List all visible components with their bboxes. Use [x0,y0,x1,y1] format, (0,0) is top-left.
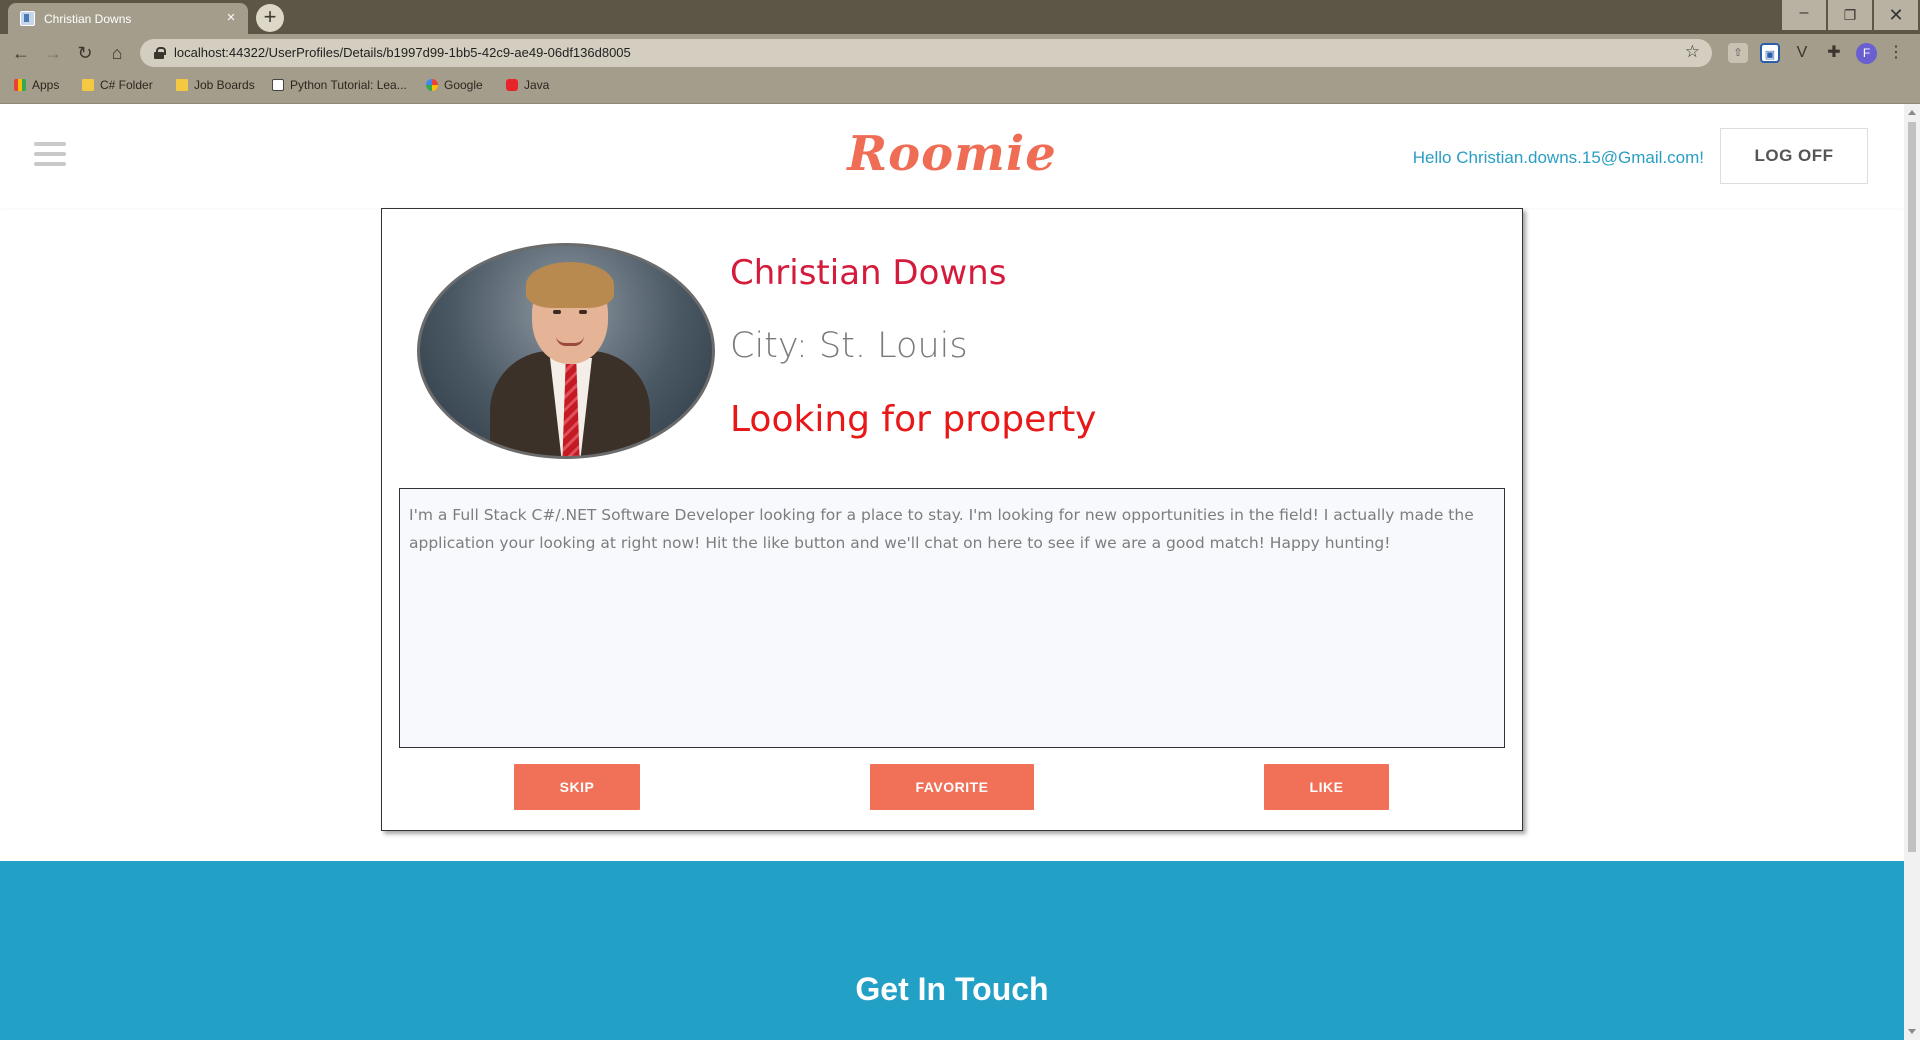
bookmark-label: Job Boards [194,78,255,92]
like-button[interactable]: LIKE [1264,764,1389,810]
browser-tabstrip: Christian Downs × + – ❐ ✕ [0,0,1920,34]
window-close-button[interactable]: ✕ [1874,0,1918,30]
bookmark-csharp-folder[interactable]: C# Folder [82,78,153,96]
contact-heading: Get In Touch [855,971,1049,1007]
back-arrow-icon[interactable]: ← [8,40,34,66]
bookmark-star-icon[interactable]: ☆ [1685,42,1700,62]
contact-section: Get In Touch [0,861,1904,1040]
scroll-down-arrow-icon[interactable] [1908,1029,1916,1034]
log-off-button[interactable]: LOG OFF [1720,128,1868,184]
google-icon [426,79,438,91]
site-header: Roomie Hello Christian.downs.15@Gmail.co… [0,104,1904,208]
folder-icon [176,79,188,91]
python-tutorial-icon [272,79,284,91]
page-viewport: Roomie Hello Christian.downs.15@Gmail.co… [0,104,1904,1040]
bookmark-label: Google [444,78,483,92]
user-greeting-link[interactable]: Hello Christian.downs.15@Gmail.com! [1413,148,1704,168]
extension-v-icon[interactable]: V [1792,43,1812,63]
profile-city: City: St. Louis [730,326,968,366]
profile-bio-text: I'm a Full Stack C#/.NET Software Develo… [409,506,1474,552]
bookmarks-bar: Apps C# Folder Job Boards Python Tutoria… [0,74,1920,98]
folder-icon [82,79,94,91]
page-scrollbar[interactable] [1904,104,1920,1040]
extension-screenshot-icon[interactable]: ▣ [1760,43,1780,63]
address-bar[interactable]: localhost:44322/UserProfiles/Details/b19… [140,39,1712,67]
page-favicon-icon [20,11,35,26]
profile-status: Looking for property [730,399,1097,440]
browser-tab[interactable]: Christian Downs × [8,3,248,34]
tab-title: Christian Downs [44,12,132,26]
new-tab-button[interactable]: + [256,4,284,32]
home-icon[interactable]: ⌂ [104,40,130,66]
profile-name: Christian Downs [730,253,1007,293]
favorite-button[interactable]: FAVORITE [870,764,1034,810]
bookmark-job-boards[interactable]: Job Boards [176,78,255,96]
extensions-puzzle-icon[interactable]: ✚ [1824,43,1844,63]
forward-arrow-icon[interactable]: → [40,40,66,66]
window-restore-button[interactable]: ❐ [1828,0,1872,30]
java-icon [506,79,518,91]
tab-close-icon[interactable]: × [222,9,240,27]
bookmark-google[interactable]: Google [426,78,483,96]
bookmark-python-tutorial[interactable]: Python Tutorial: Lea... [272,78,407,96]
browser-toolbar: ← → ↻ ⌂ localhost:44322/UserProfiles/Det… [0,34,1920,104]
bookmark-apps[interactable]: Apps [14,78,59,96]
reload-icon[interactable]: ↻ [72,40,98,66]
extension-puzzle-helper-icon[interactable]: ⇧ [1728,43,1748,63]
profile-avatar[interactable]: F [1856,43,1877,64]
bookmark-label: Python Tutorial: Lea... [290,78,407,92]
scroll-up-arrow-icon[interactable] [1908,110,1916,115]
window-minimize-button[interactable]: – [1782,0,1826,30]
bookmark-label: C# Folder [100,78,153,92]
url-text[interactable]: localhost:44322/UserProfiles/Details/b19… [174,45,631,60]
bookmark-label: Java [524,78,550,92]
apps-grid-icon [14,79,26,91]
skip-button[interactable]: SKIP [514,764,640,810]
bookmark-label: Apps [32,78,60,92]
lock-icon[interactable] [154,47,166,59]
profile-card: Christian Downs City: St. Louis Looking … [381,208,1523,831]
scrollbar-thumb[interactable] [1908,122,1916,852]
bookmark-java[interactable]: Java [506,78,549,96]
browser-menu-icon[interactable]: ⋮ [1888,42,1904,62]
profile-photo [417,243,715,459]
profile-bio-box: I'm a Full Stack C#/.NET Software Develo… [399,488,1505,748]
